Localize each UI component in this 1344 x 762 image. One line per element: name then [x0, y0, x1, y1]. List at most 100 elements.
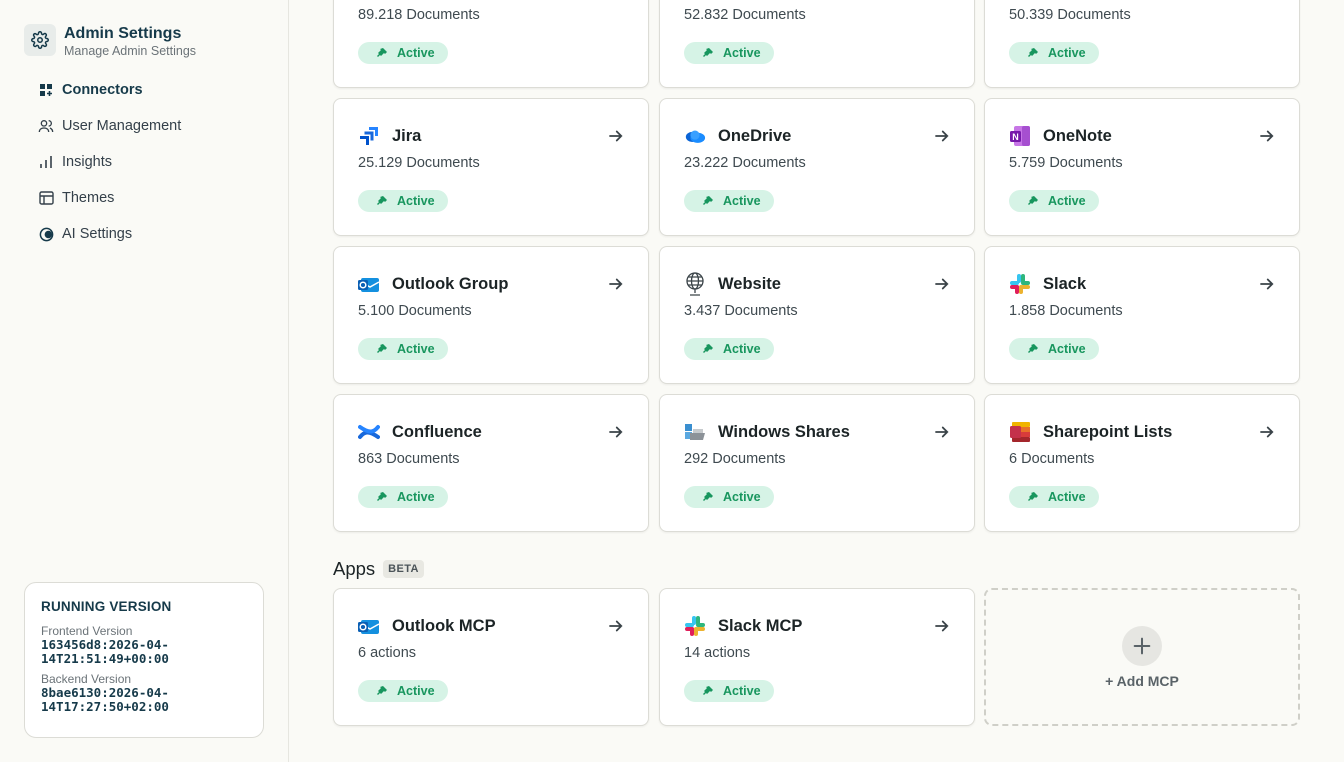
arrow-right-icon[interactable]: [1257, 126, 1277, 146]
arrow-right-icon[interactable]: [606, 126, 626, 146]
connector-card-sharepoint-lists[interactable]: Sharepoint Lists 6 Documents Active: [984, 394, 1300, 532]
arrow-right-icon[interactable]: [606, 274, 626, 294]
connector-name: OneNote: [1043, 126, 1112, 145]
connector-name: OneDrive: [718, 126, 792, 145]
sidebar: Admin Settings Manage Admin Settings Con…: [0, 0, 289, 762]
version-title: RUNNING VERSION: [41, 599, 172, 614]
plug-icon: [1027, 47, 1039, 59]
jira-icon: [358, 125, 380, 147]
document-count: 23.222 Documents: [684, 155, 806, 171]
sidebar-item-label: Themes: [62, 190, 115, 206]
plug-icon: [376, 491, 388, 503]
sidebar-item-insights[interactable]: Insights: [38, 152, 181, 172]
sidebar-title: Admin Settings: [64, 25, 182, 42]
status-badge: Active: [1009, 486, 1099, 508]
sidebar-item-user-management[interactable]: User Management: [38, 116, 181, 136]
connector-card[interactable]: 89.218 Documents Active: [333, 0, 649, 88]
status-label: Active: [723, 490, 761, 504]
document-count: 3.437 Documents: [684, 303, 798, 319]
status-badge: Active: [684, 190, 774, 212]
document-count: 5.759 Documents: [1009, 155, 1123, 171]
bar-chart-icon: [38, 154, 54, 170]
arrow-right-icon[interactable]: [932, 422, 952, 442]
arrow-right-icon[interactable]: [932, 126, 952, 146]
status-label: Active: [1048, 194, 1086, 208]
connector-card-windows-shares[interactable]: Windows Shares 292 Documents Active: [659, 394, 975, 532]
connector-card[interactable]: 50.339 Documents Active: [984, 0, 1300, 88]
status-badge: Active: [684, 680, 774, 702]
onenote-icon: N: [1009, 125, 1031, 147]
apps-section-header: Apps BETA: [333, 558, 424, 580]
status-label: Active: [723, 342, 761, 356]
sidebar-subtitle: Manage Admin Settings: [64, 44, 197, 58]
arrow-right-icon[interactable]: [606, 422, 626, 442]
connector-name: Website: [718, 274, 781, 293]
arrow-right-icon[interactable]: [932, 274, 952, 294]
status-badge: Active: [358, 338, 448, 360]
status-badge: Active: [1009, 338, 1099, 360]
arrow-right-icon[interactable]: [1257, 422, 1277, 442]
document-count: 25.129 Documents: [358, 155, 480, 171]
status-badge: Active: [358, 42, 448, 64]
status-label: Active: [1048, 46, 1086, 60]
sidebar-item-ai-settings[interactable]: AI Settings: [38, 224, 181, 244]
status-badge: Active: [358, 190, 448, 212]
document-count: 50.339 Documents: [1009, 7, 1131, 23]
plug-icon: [702, 195, 714, 207]
status-label: Active: [1048, 342, 1086, 356]
status-badge: Active: [684, 486, 774, 508]
document-count: 863 Documents: [358, 451, 460, 467]
status-label: Active: [723, 46, 761, 60]
connector-card-onenote[interactable]: N OneNote 5.759 Documents Active: [984, 98, 1300, 236]
plug-icon: [376, 47, 388, 59]
sidebar-item-connectors[interactable]: Connectors: [38, 80, 181, 100]
status-badge: Active: [358, 486, 448, 508]
connector-card-jira[interactable]: Jira 25.129 Documents Active: [333, 98, 649, 236]
sidebar-item-label: Insights: [62, 154, 112, 170]
status-badge: Active: [684, 338, 774, 360]
status-badge: Active: [1009, 190, 1099, 212]
arrow-right-icon[interactable]: [1257, 274, 1277, 294]
connector-card-onedrive[interactable]: OneDrive 23.222 Documents Active: [659, 98, 975, 236]
connector-card-website[interactable]: Website 3.437 Documents Active: [659, 246, 975, 384]
running-version-panel: RUNNING VERSION Frontend Version 163456d…: [24, 582, 264, 738]
connector-name: Jira: [392, 126, 422, 145]
users-icon: [38, 118, 54, 134]
plus-icon: [1122, 625, 1162, 666]
connector-card-slack[interactable]: Slack 1.858 Documents Active: [984, 246, 1300, 384]
app-card-outlook-mcp[interactable]: Outlook MCP 6 actions Active: [333, 588, 649, 726]
add-mcp-button[interactable]: + Add MCP: [984, 588, 1300, 726]
sharepoint-lists-icon: [1009, 421, 1031, 443]
plug-icon: [702, 685, 714, 697]
sidebar-item-themes[interactable]: Themes: [38, 188, 181, 208]
plug-icon: [376, 343, 388, 355]
status-label: Active: [397, 684, 435, 698]
palette-icon: [38, 190, 54, 206]
arrow-right-icon[interactable]: [606, 616, 626, 636]
backend-version-label: Backend Version: [41, 672, 132, 686]
connector-card-confluence[interactable]: Confluence 863 Documents Active: [333, 394, 649, 532]
action-count: 6 actions: [358, 645, 417, 661]
status-badge: Active: [684, 42, 774, 64]
plug-icon: [376, 195, 388, 207]
connector-name: Sharepoint Lists: [1043, 422, 1173, 441]
document-count: 52.832 Documents: [684, 7, 806, 23]
arrow-right-icon[interactable]: [932, 616, 952, 636]
onedrive-icon: [684, 125, 706, 147]
plug-icon: [702, 47, 714, 59]
add-mcp-label: + Add MCP: [1105, 672, 1179, 689]
document-count: 89.218 Documents: [358, 7, 480, 23]
status-badge: Active: [358, 680, 448, 702]
plug-icon: [1027, 195, 1039, 207]
connector-card-outlook-group[interactable]: Outlook Group 5.100 Documents Active: [333, 246, 649, 384]
app-name: Slack MCP: [718, 616, 803, 635]
app-card-slack-mcp[interactable]: Slack MCP 14 actions Active: [659, 588, 975, 726]
plug-icon: [376, 685, 388, 697]
connector-card[interactable]: 52.832 Documents Active: [659, 0, 975, 88]
app-name: Outlook MCP: [392, 616, 496, 635]
plug-icon: [702, 343, 714, 355]
sidebar-nav: Connectors User Management Insights Them…: [38, 80, 181, 260]
apps-title: Apps: [333, 558, 376, 579]
sidebar-item-label: Connectors: [62, 82, 143, 98]
status-label: Active: [397, 194, 435, 208]
